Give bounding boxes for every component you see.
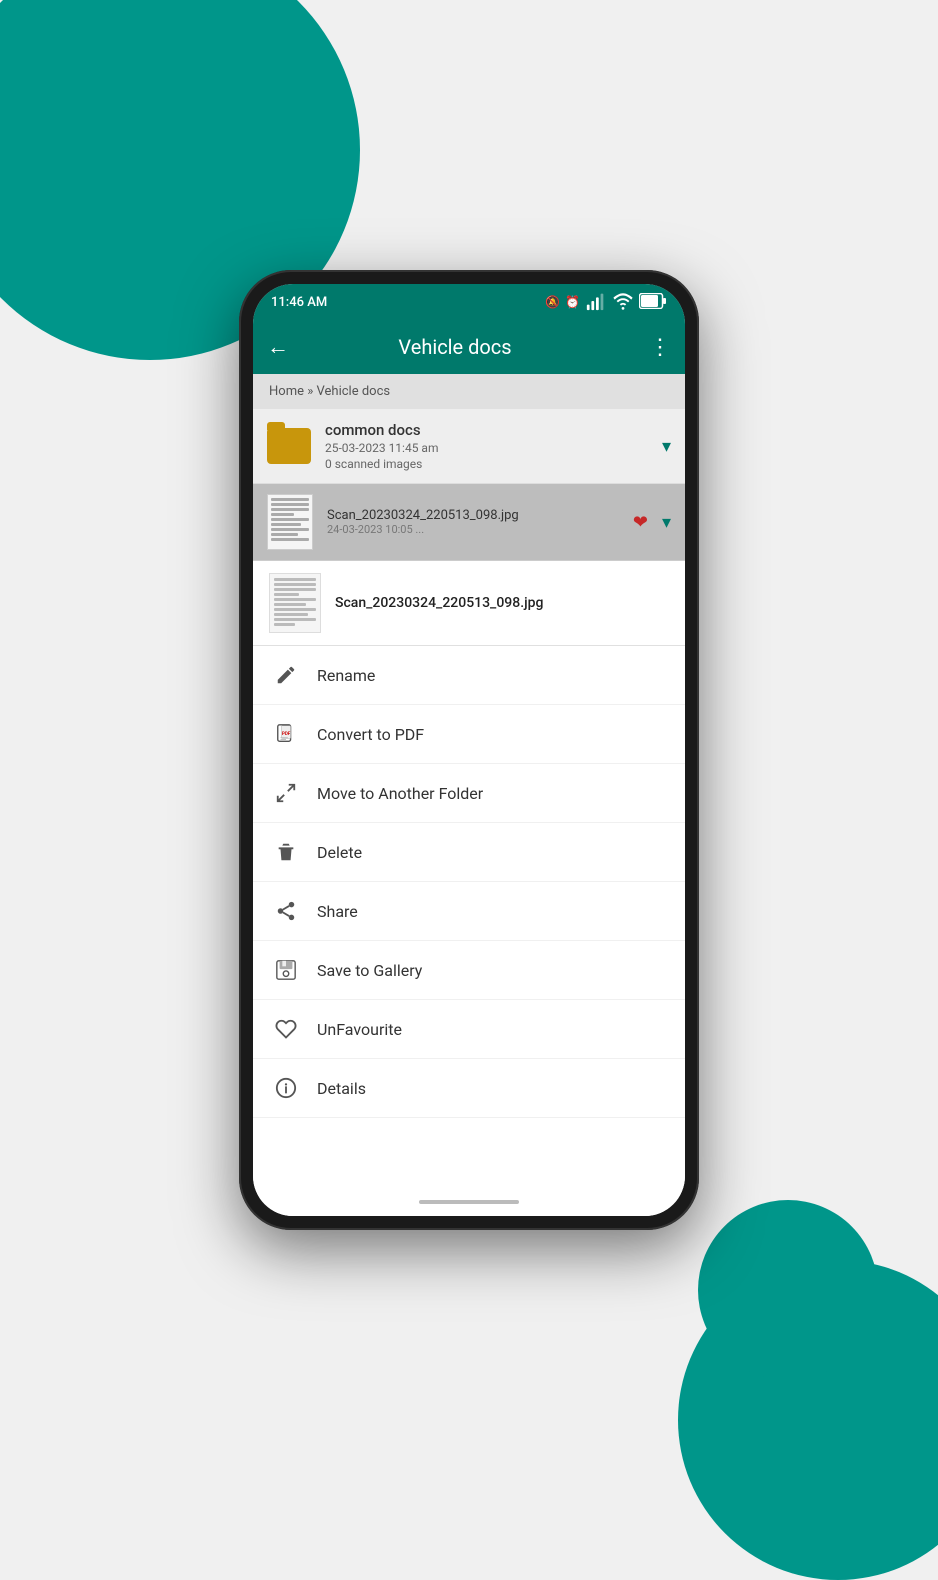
phone-screen: 11:46 AM 🔕 ⏰ [253, 284, 685, 1216]
move-folder-label: Move to Another Folder [317, 784, 483, 803]
context-header: Scan_20230324_220513_098.jpg [253, 561, 685, 646]
status-time: 11:46 AM [271, 295, 327, 310]
unfavourite-label: UnFavourite [317, 1020, 402, 1039]
favourite-icon: ❤ [633, 512, 648, 533]
scan-name-bg: Scan_20230324_220513_098.jpg [327, 508, 619, 523]
pencil-icon [273, 662, 299, 688]
share-label: Share [317, 902, 358, 921]
details-label: Details [317, 1079, 366, 1098]
menu-item-delete[interactable]: Delete [253, 823, 685, 882]
chevron-down-icon: ▾ [662, 436, 671, 457]
signal-icon [585, 290, 607, 315]
app-title: Vehicle docs [301, 335, 609, 359]
folder-date: 25-03-2023 11:45 am [325, 441, 648, 455]
status-icons: 🔕 ⏰ [545, 290, 667, 315]
delete-label: Delete [317, 843, 362, 862]
back-button[interactable]: ← [267, 334, 289, 360]
pdf-icon: PDF [273, 721, 299, 747]
scan-item-background[interactable]: Scan_20230324_220513_098.jpg 24-03-2023 … [253, 484, 685, 561]
trash-icon [273, 839, 299, 865]
folder-item[interactable]: common docs 25-03-2023 11:45 am 0 scanne… [253, 409, 685, 484]
rename-label: Rename [317, 666, 375, 685]
svg-text:PDF: PDF [282, 731, 291, 737]
move-icon [273, 780, 299, 806]
wifi-icon [612, 290, 634, 315]
info-icon [273, 1075, 299, 1101]
share-icon [273, 898, 299, 924]
breadcrumb: Home » Vehicle docs [253, 374, 685, 409]
menu-item-convert-pdf[interactable]: PDF Convert to PDF [253, 705, 685, 764]
menu-item-save-gallery[interactable]: Save to Gallery [253, 941, 685, 1000]
battery-icon [639, 293, 667, 312]
alarm-icon: ⏰ [565, 295, 580, 309]
context-thumbnail [269, 573, 321, 633]
folder-icon [267, 428, 311, 464]
save-icon [273, 957, 299, 983]
overflow-menu-button[interactable]: ⋮ [649, 335, 671, 360]
folder-name: common docs [325, 421, 648, 439]
folder-count: 0 scanned images [325, 457, 648, 471]
folder-info: common docs 25-03-2023 11:45 am 0 scanne… [325, 421, 648, 471]
scan-date-bg: 24-03-2023 10:05 ... [327, 523, 619, 536]
context-filename: Scan_20230324_220513_098.jpg [335, 595, 543, 611]
heart-outline-icon [273, 1016, 299, 1042]
context-menu: Scan_20230324_220513_098.jpg Rename P [253, 561, 685, 1188]
gesture-bar [253, 1188, 685, 1216]
file-list-background: common docs 25-03-2023 11:45 am 0 scanne… [253, 409, 685, 561]
mute-icon: 🔕 [545, 295, 560, 309]
menu-item-details[interactable]: Details [253, 1059, 685, 1118]
menu-item-rename[interactable]: Rename [253, 646, 685, 705]
menu-item-unfavourite[interactable]: UnFavourite [253, 1000, 685, 1059]
scan-thumbnail-bg [267, 494, 313, 550]
bg-decoration-br2 [698, 1200, 878, 1380]
save-gallery-label: Save to Gallery [317, 961, 422, 980]
convert-pdf-label: Convert to PDF [317, 725, 424, 744]
status-bar: 11:46 AM 🔕 ⏰ [253, 284, 685, 320]
scan-info-bg: Scan_20230324_220513_098.jpg 24-03-2023 … [327, 508, 619, 536]
menu-item-share[interactable]: Share [253, 882, 685, 941]
app-bar: ← Vehicle docs ⋮ [253, 320, 685, 374]
menu-item-move-folder[interactable]: Move to Another Folder [253, 764, 685, 823]
gesture-pill [419, 1200, 519, 1204]
chevron-down-icon-scan: ▾ [662, 512, 671, 533]
phone-frame: 11:46 AM 🔕 ⏰ [239, 270, 699, 1230]
